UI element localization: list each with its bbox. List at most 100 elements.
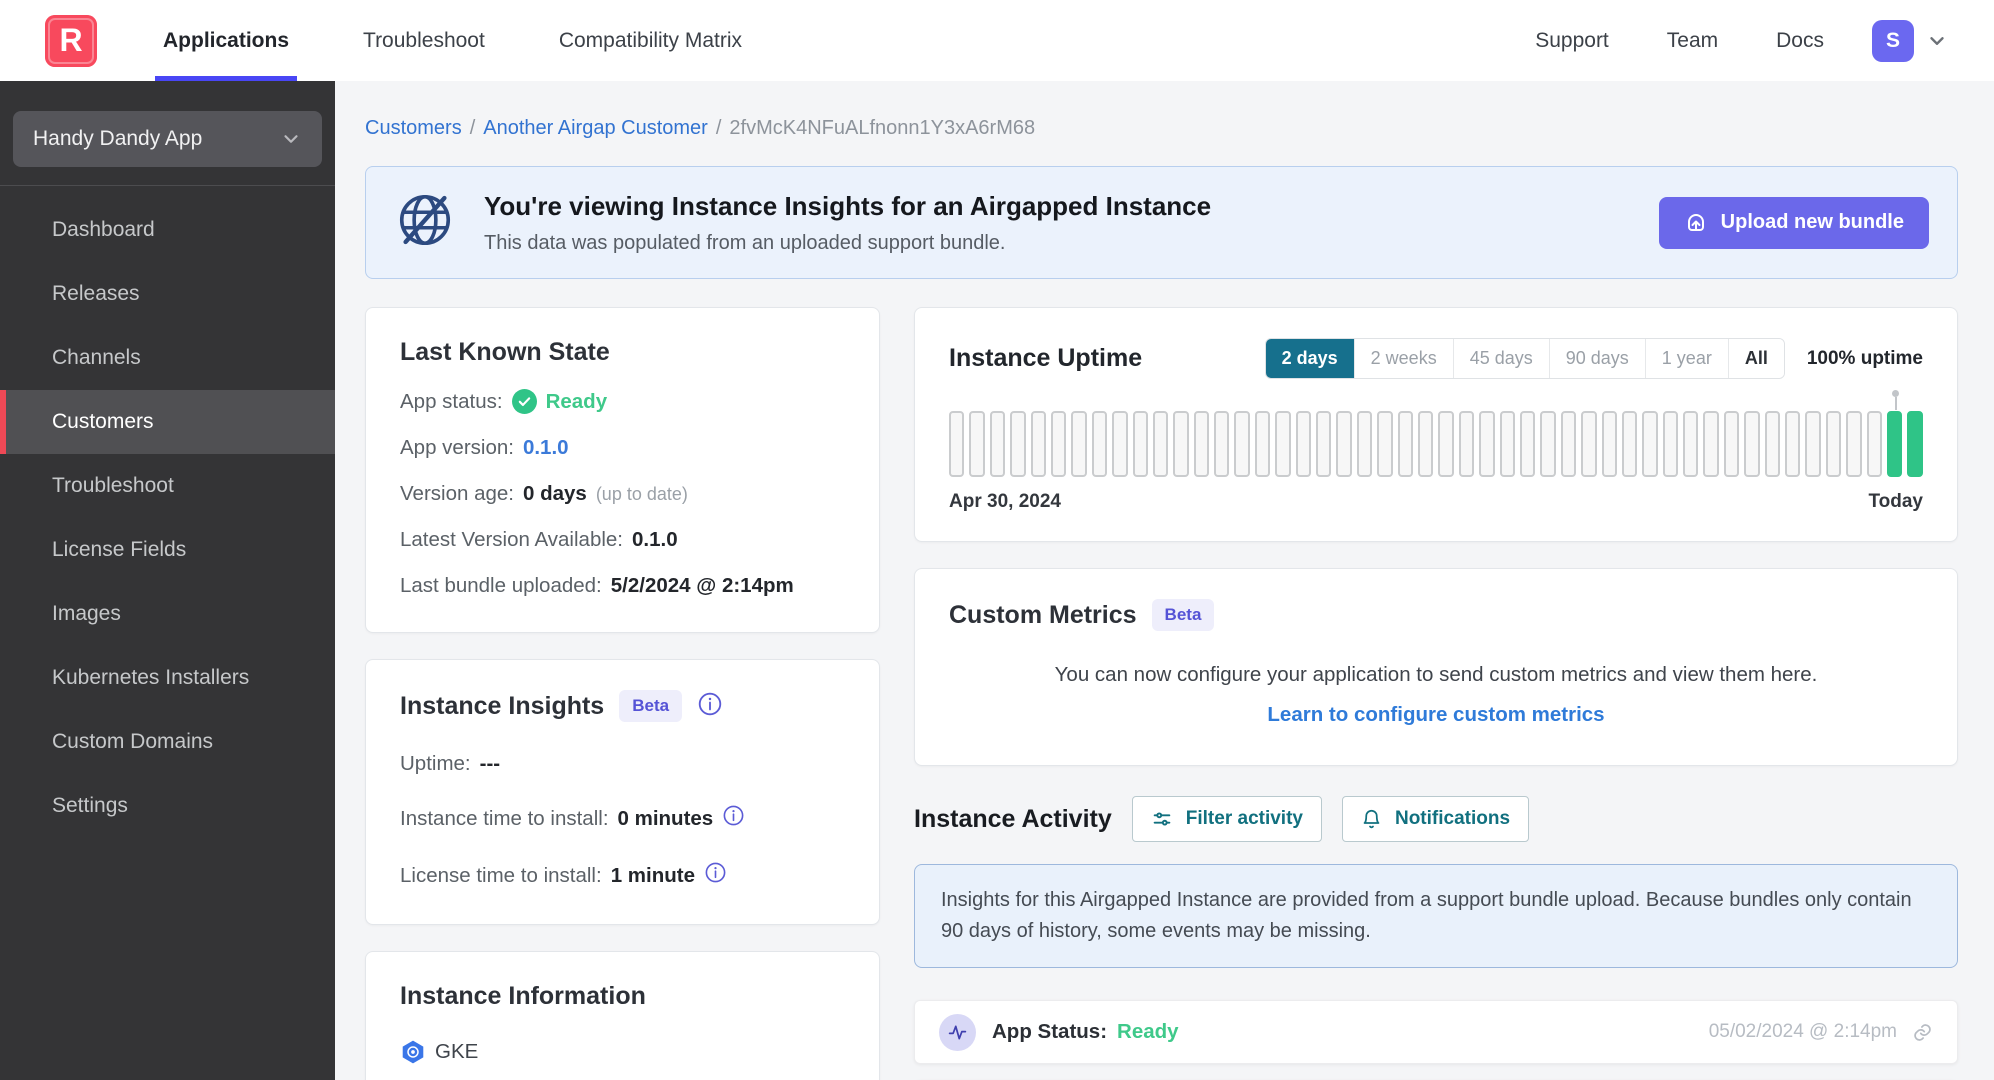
- uptime-bar-empty[interactable]: [1152, 411, 1169, 477]
- uptime-bar-empty[interactable]: [1581, 411, 1597, 477]
- user-avatar[interactable]: S: [1872, 19, 1914, 62]
- uptime-bar-empty[interactable]: [1050, 411, 1067, 477]
- notifications-label: Notifications: [1394, 808, 1511, 829]
- uptime-bar-empty[interactable]: [1601, 411, 1617, 477]
- uptime-bar-empty[interactable]: [1458, 411, 1475, 477]
- uptime-bar-empty[interactable]: [1499, 411, 1515, 477]
- uptime-bar-empty[interactable]: [1560, 411, 1577, 477]
- sidebar-item-images[interactable]: Images: [0, 582, 335, 646]
- uptime-bar-empty[interactable]: [1744, 411, 1760, 477]
- uptime-bar-up[interactable]: [1907, 411, 1923, 477]
- uptime-bar-empty[interactable]: [1132, 411, 1148, 477]
- uptime-bar-empty[interactable]: [1397, 411, 1413, 477]
- chevron-down-icon: [280, 128, 302, 150]
- uptime-bar-empty[interactable]: [1214, 411, 1230, 477]
- sidebar-item-settings[interactable]: Settings: [0, 774, 335, 838]
- uptime-bar-empty[interactable]: [1723, 411, 1740, 477]
- sidebar-items: Dashboard Releases Channels Customers Troubl…: [0, 198, 335, 838]
- info-icon[interactable]: [697, 691, 723, 722]
- uptime-bar-empty[interactable]: [1173, 411, 1189, 477]
- app-version-link[interactable]: 0.1.0: [523, 436, 569, 460]
- sidebar-item-kubernetes-installers[interactable]: Kubernetes Installers: [0, 646, 335, 710]
- nav-link-docs[interactable]: Docs: [1776, 29, 1824, 53]
- info-icon[interactable]: [722, 804, 745, 833]
- sidebar-item-customers[interactable]: Customers: [0, 390, 335, 454]
- nav-right: Support Team Docs S: [1477, 19, 1948, 62]
- uptime-bar-empty[interactable]: [969, 411, 985, 477]
- uptime-bar-empty[interactable]: [1621, 411, 1638, 477]
- range-button-2-weeks[interactable]: 2 weeks: [1354, 339, 1454, 378]
- uptime-bar-empty[interactable]: [1193, 411, 1210, 477]
- uptime-bar-empty[interactable]: [1417, 411, 1434, 477]
- uptime-bar-empty[interactable]: [1377, 411, 1393, 477]
- uptime-bar-empty[interactable]: [949, 411, 965, 477]
- nav-right-links: Support Team Docs: [1477, 29, 1824, 53]
- nav-tab-applications[interactable]: Applications: [155, 0, 298, 81]
- info-icon[interactable]: [704, 861, 727, 890]
- beta-badge: Beta: [1151, 599, 1215, 631]
- uptime-bar-empty[interactable]: [1846, 411, 1862, 477]
- nav-tab-troubleshoot[interactable]: Troubleshoot: [355, 0, 493, 81]
- uptime-bar-empty[interactable]: [1275, 411, 1291, 477]
- sidebar-item-custom-domains[interactable]: Custom Domains: [0, 710, 335, 774]
- uptime-bar-empty[interactable]: [1091, 411, 1108, 477]
- uptime-bar-empty[interactable]: [1825, 411, 1842, 477]
- sidebar-item-dashboard[interactable]: Dashboard: [0, 198, 335, 262]
- chevron-down-icon[interactable]: [1926, 30, 1948, 52]
- row-label: Instance time to install:: [400, 806, 609, 830]
- notifications-button[interactable]: Notifications: [1341, 796, 1530, 842]
- uptime-bar-empty[interactable]: [1662, 411, 1679, 477]
- uptime-bar-empty[interactable]: [1703, 411, 1719, 477]
- uptime-bar-empty[interactable]: [1071, 411, 1087, 477]
- link-icon[interactable]: [1912, 1022, 1933, 1043]
- uptime-bar-empty[interactable]: [1316, 411, 1332, 477]
- breadcrumb-separator: /: [469, 117, 476, 139]
- breadcrumb-link-customers[interactable]: Customers: [365, 117, 462, 140]
- filter-activity-button[interactable]: Filter activity: [1131, 796, 1322, 842]
- range-button-45-days[interactable]: 45 days: [1453, 339, 1550, 378]
- configure-metrics-link[interactable]: Learn to configure custom metrics: [949, 703, 1923, 727]
- uptime-bar-empty[interactable]: [1295, 411, 1312, 477]
- activity-row[interactable]: App Status: Ready 05/02/2024 @ 2:14pm: [914, 1000, 1958, 1064]
- range-button-all[interactable]: All: [1728, 339, 1784, 378]
- nav-link-support[interactable]: Support: [1535, 29, 1609, 53]
- check-circle-icon: [511, 389, 537, 414]
- banner-title: You're viewing Instance Insights for an …: [484, 190, 1212, 221]
- breadcrumb-link-customer[interactable]: Another Airgap Customer: [483, 117, 708, 140]
- app-selector-dropdown[interactable]: Handy Dandy App: [13, 111, 322, 167]
- sidebar-item-license-fields[interactable]: License Fields: [0, 518, 335, 582]
- sidebar-item-releases[interactable]: Releases: [0, 262, 335, 326]
- uptime-start-label: Apr 30, 2024: [949, 491, 1061, 512]
- sidebar-item-troubleshoot[interactable]: Troubleshoot: [0, 454, 335, 518]
- uptime-bar-empty[interactable]: [1254, 411, 1271, 477]
- uptime-bar-empty[interactable]: [1642, 411, 1658, 477]
- nav-link-team[interactable]: Team: [1667, 29, 1718, 53]
- uptime-bar-empty[interactable]: [1519, 411, 1536, 477]
- uptime-bar-empty[interactable]: [1356, 411, 1373, 477]
- breadcrumb-separator: /: [715, 117, 722, 139]
- uptime-bar-empty[interactable]: [1540, 411, 1556, 477]
- range-button-2-days[interactable]: 2 days: [1265, 339, 1355, 378]
- uptime-bar-empty[interactable]: [1683, 411, 1699, 477]
- upload-new-bundle-button[interactable]: Upload new bundle: [1658, 196, 1929, 249]
- app-window: R Applications Troubleshoot Compatibility …: [0, 0, 1994, 1080]
- uptime-bar-empty[interactable]: [1866, 411, 1882, 477]
- range-button-90-days[interactable]: 90 days: [1549, 339, 1646, 378]
- app-selector-label: Handy Dandy App: [33, 127, 203, 150]
- uptime-bar-up[interactable]: [1886, 390, 1903, 477]
- uptime-bar-empty[interactable]: [1764, 411, 1781, 477]
- uptime-bar-empty[interactable]: [1336, 411, 1352, 477]
- uptime-bar-empty[interactable]: [1010, 411, 1026, 477]
- uptime-bar-empty[interactable]: [989, 411, 1006, 477]
- uptime-bar-empty[interactable]: [1785, 411, 1801, 477]
- uptime-bar-empty[interactable]: [1479, 411, 1495, 477]
- sidebar-item-channels[interactable]: Channels: [0, 326, 335, 390]
- uptime-bar-empty[interactable]: [1438, 411, 1454, 477]
- uptime-bar-empty[interactable]: [1112, 411, 1128, 477]
- range-button-1-year[interactable]: 1 year: [1645, 339, 1729, 378]
- uptime-bar-empty[interactable]: [1234, 411, 1250, 477]
- nav-tab-compatibility-matrix[interactable]: Compatibility Matrix: [551, 0, 750, 81]
- uptime-bar-empty[interactable]: [1805, 411, 1821, 477]
- uptime-bar-empty[interactable]: [1030, 411, 1046, 477]
- replicated-logo[interactable]: R: [45, 14, 97, 67]
